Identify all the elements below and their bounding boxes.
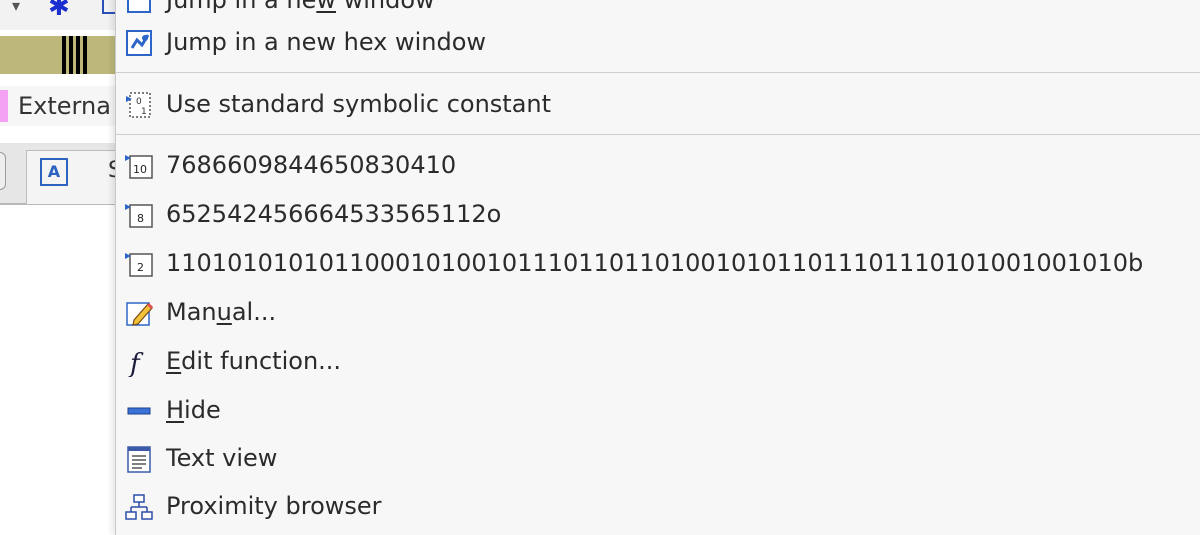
proximity-browser-icon	[124, 492, 154, 522]
pencil-icon	[124, 298, 154, 328]
disassembly-view-icon: A	[40, 158, 68, 186]
menu-item-text-view[interactable]: Text view	[116, 436, 1200, 480]
menu-item-label: Edit function...	[166, 347, 342, 375]
menu-item-label: Jump in a new hex window	[166, 28, 487, 56]
svg-text:10: 10	[133, 163, 147, 176]
menu-item-label: Proximity browser	[166, 492, 382, 520]
menu-item-manual[interactable]: Manual...	[116, 290, 1200, 334]
text-view-icon	[124, 444, 154, 474]
function-icon: f	[124, 347, 154, 379]
decimal-icon: 10	[124, 151, 154, 181]
binary-icon: 2	[124, 249, 154, 279]
menu-item-decimal-value[interactable]: 10 7686609844650830410	[116, 143, 1200, 187]
menu-item-label: 1101010101011000101001011101101101001010…	[166, 249, 1144, 277]
menu-item-octal-value[interactable]: 8 652542456664533565112o	[116, 192, 1200, 236]
dropdown-arrow-icon[interactable]: ▾	[12, 0, 20, 15]
menu-item-proximity-browser[interactable]: Proximity browser	[116, 484, 1200, 528]
context-menu: Jump in a new window Jump in a new hex w…	[115, 0, 1200, 535]
settings-gear-icon[interactable]: ✱	[48, 0, 70, 22]
menu-item-label: 7686609844650830410	[166, 151, 457, 179]
legend-label: Externa	[18, 92, 111, 120]
menu-item-jump-new-window[interactable]: Jump in a new window	[116, 0, 1200, 22]
jump-window-icon	[124, 0, 154, 16]
menu-item-edit-function[interactable]: f Edit function...	[116, 339, 1200, 383]
menu-item-binary-value[interactable]: 2 11010101010110001010010111011011010010…	[116, 241, 1200, 285]
legend-swatch	[0, 90, 8, 122]
menu-item-label: Manual...	[166, 298, 277, 326]
menu-item-hide[interactable]: Hide	[116, 388, 1200, 432]
hex-window-icon	[124, 28, 154, 58]
menu-item-jump-new-hex-window[interactable]: Jump in a new hex window	[116, 20, 1200, 64]
menu-item-use-symbolic-constant[interactable]: 01 Use standard symbolic constant	[116, 82, 1200, 126]
svg-text:8: 8	[137, 212, 144, 225]
menu-item-label: Hide	[166, 396, 221, 424]
menu-separator	[116, 72, 1200, 73]
octal-icon: 8	[124, 200, 154, 230]
svg-text:1: 1	[141, 107, 147, 117]
menu-item-label: 652542456664533565112o	[166, 200, 502, 228]
minus-icon	[124, 396, 154, 426]
symbolic-constant-icon: 01	[124, 90, 154, 120]
tab-scroll-left[interactable]	[0, 152, 6, 190]
menu-item-label: Jump in a new window	[166, 0, 435, 14]
svg-text:2: 2	[137, 261, 144, 274]
navigation-position-marker	[62, 36, 88, 74]
svg-text:0: 0	[136, 97, 142, 107]
menu-item-label: Text view	[166, 444, 278, 472]
menu-separator	[116, 134, 1200, 135]
menu-item-label: Use standard symbolic constant	[166, 90, 552, 118]
svg-text:f: f	[128, 349, 144, 377]
